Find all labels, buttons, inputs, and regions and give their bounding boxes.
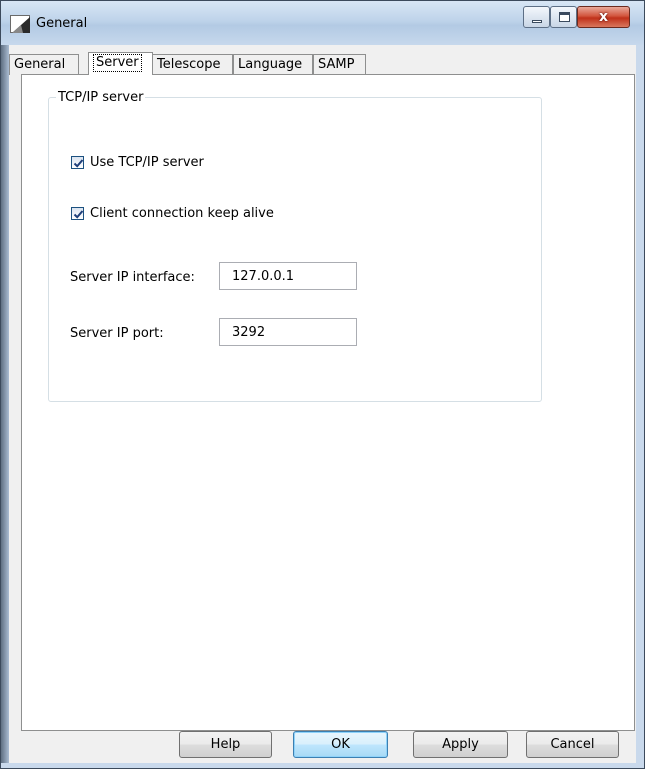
server-tab-panel: TCP/IP server Use TCP/IP server Client c… (21, 74, 635, 731)
tab-samp-label: SAMP (318, 57, 355, 72)
dialog-client-area: General Server Telescope Language SAMP T… (9, 45, 636, 763)
dialog-window: General x General Server Telescope Langu… (0, 0, 645, 769)
tab-general-label: General (14, 57, 66, 72)
tab-server-label: Server (93, 54, 142, 72)
use-tcpip-checkbox[interactable] (71, 156, 84, 169)
help-button[interactable]: Help (179, 731, 272, 758)
tab-samp[interactable]: SAMP (313, 54, 366, 75)
ip-port-label: Server IP port: (70, 326, 164, 341)
tab-language-label: Language (238, 57, 303, 72)
group-title: TCP/IP server (56, 90, 146, 105)
minimize-icon (532, 20, 542, 23)
checkmark-icon (73, 210, 84, 219)
keep-alive-checkbox[interactable] (71, 207, 84, 220)
ip-interface-input[interactable] (219, 262, 357, 290)
keep-alive-checkbox-row[interactable]: Client connection keep alive (71, 206, 301, 222)
tab-strip: General Server Telescope Language SAMP (9, 52, 636, 75)
maximize-button[interactable] (550, 6, 577, 28)
tab-telescope[interactable]: Telescope (152, 54, 233, 75)
use-tcpip-checkbox-row[interactable]: Use TCP/IP server (71, 155, 231, 171)
close-button[interactable]: x (577, 6, 630, 28)
minimize-button[interactable] (523, 6, 550, 28)
ok-button[interactable]: OK (293, 731, 388, 758)
window-left-edge (1, 45, 9, 763)
cancel-button[interactable]: Cancel (526, 731, 619, 758)
app-icon (10, 15, 30, 33)
tab-telescope-label: Telescope (157, 57, 221, 72)
title-bar[interactable]: General x (1, 1, 644, 45)
checkmark-icon (73, 159, 84, 168)
tab-server[interactable]: Server (88, 52, 153, 75)
dialog-button-bar: Help OK Apply Cancel (9, 731, 636, 763)
maximize-icon (559, 12, 570, 22)
ip-port-input[interactable] (219, 318, 357, 346)
apply-button[interactable]: Apply (413, 731, 508, 758)
keep-alive-label: Client connection keep alive (90, 206, 274, 221)
window-title: General (36, 16, 88, 31)
tab-general[interactable]: General (9, 54, 79, 75)
ip-interface-label: Server IP interface: (70, 270, 195, 285)
close-icon: x (598, 9, 609, 25)
tab-language[interactable]: Language (233, 54, 313, 75)
tcpip-server-group: TCP/IP server Use TCP/IP server Client c… (48, 90, 542, 402)
use-tcpip-label: Use TCP/IP server (90, 155, 204, 170)
